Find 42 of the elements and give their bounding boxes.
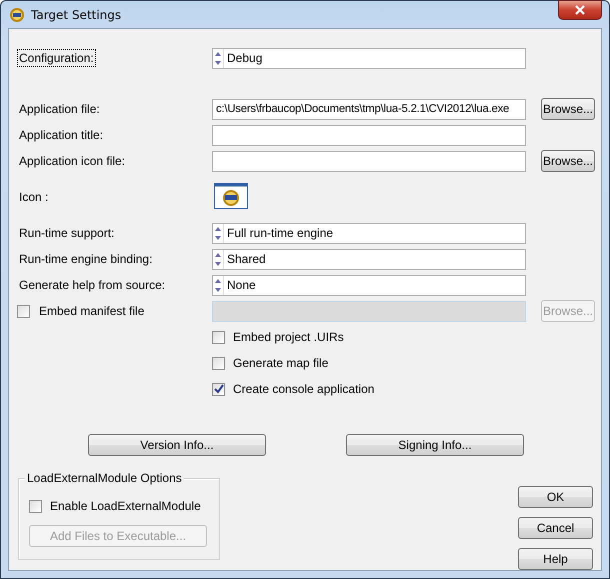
field-label: Configuration: bbox=[17, 49, 96, 67]
dialog-button[interactable]: OK bbox=[518, 486, 593, 508]
input-field[interactable]: c:\Users\frbaucop\Documents\tmp\lua-5.2.1\CVI2012\lua.exe bbox=[212, 98, 526, 120]
spinner-arrows-icon[interactable] bbox=[213, 250, 224, 268]
checkbox[interactable] bbox=[212, 356, 225, 370]
field-label: Icon : bbox=[18, 189, 50, 206]
spinner-arrows-icon[interactable] bbox=[213, 224, 224, 242]
window-title: Target Settings bbox=[31, 8, 122, 22]
dialog-button[interactable]: Cancel bbox=[518, 517, 593, 539]
info-button[interactable]: Version Info... bbox=[88, 434, 266, 456]
field-label: Run-time engine binding: bbox=[18, 251, 154, 268]
browse-button[interactable]: Browse... bbox=[541, 98, 595, 120]
field-label: Run-time support: bbox=[18, 225, 116, 242]
close-icon bbox=[574, 5, 586, 15]
spinner-arrows-icon[interactable] bbox=[213, 48, 224, 68]
spinner-field[interactable]: Shared bbox=[212, 248, 526, 270]
spinner-field[interactable]: None bbox=[212, 274, 526, 296]
close-button[interactable] bbox=[558, 0, 602, 20]
checkbox-label[interactable]: Generate map file bbox=[233, 356, 328, 370]
input-field[interactable] bbox=[212, 124, 526, 146]
group-title: LoadExternalModule Options bbox=[25, 471, 184, 485]
field-label: Application title: bbox=[18, 127, 104, 144]
input-field[interactable] bbox=[212, 150, 526, 172]
field-label: Application file: bbox=[18, 101, 101, 118]
checkbox-label[interactable]: Enable LoadExternalModule bbox=[50, 499, 201, 513]
spinner-field[interactable]: Debug bbox=[212, 48, 526, 68]
spinner-field[interactable]: Full run-time engine bbox=[212, 222, 526, 244]
app-icon bbox=[9, 6, 25, 22]
dialog-button[interactable]: Help bbox=[518, 548, 593, 570]
checkbox[interactable] bbox=[212, 382, 225, 396]
checkbox[interactable] bbox=[29, 500, 42, 512]
checkbox-label[interactable]: Create console application bbox=[233, 382, 374, 396]
checkbox[interactable] bbox=[17, 304, 30, 318]
field-label: Generate help from source: bbox=[18, 277, 166, 294]
checkbox-label[interactable]: Embed project .UIRs bbox=[233, 330, 344, 344]
checkbox-label[interactable]: Embed manifest file bbox=[39, 304, 144, 318]
info-button[interactable]: Signing Info... bbox=[346, 434, 524, 456]
field-label: Application icon file: bbox=[18, 153, 126, 170]
app-icon bbox=[214, 182, 248, 208]
spinner-arrows-icon[interactable] bbox=[213, 276, 224, 294]
browse-button[interactable]: Browse... bbox=[541, 150, 595, 172]
checkbox[interactable] bbox=[212, 330, 225, 344]
